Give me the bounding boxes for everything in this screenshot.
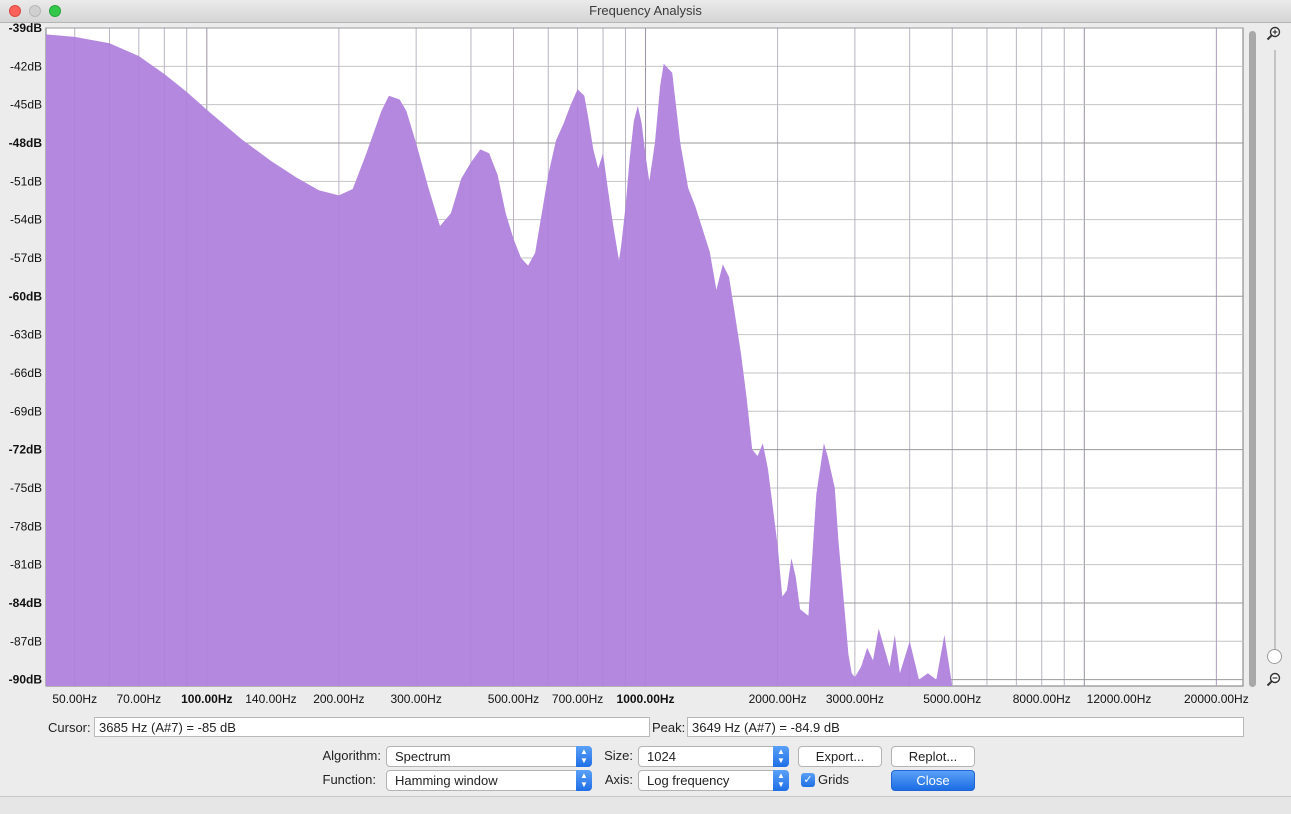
x-tick-label: 1000.00Hz — [617, 692, 675, 706]
y-tick-label: -42dB — [10, 59, 42, 73]
y-tick-label: -75dB — [10, 481, 42, 495]
x-tick-label: 70.00Hz — [116, 692, 161, 706]
maximize-window-button[interactable] — [49, 5, 61, 17]
y-tick-label: -69dB — [10, 404, 42, 418]
spectrum-plot[interactable]: -39dB -42dB -45dB -48dB -51dB -54dB -57dB -60dB… — [0, 22, 1291, 712]
x-tick-label: 700.00Hz — [552, 692, 603, 706]
y-tick-label: -48dB — [9, 136, 43, 150]
y-tick-label: -87dB — [10, 634, 42, 648]
x-tick-label: 2000.00Hz — [749, 692, 807, 706]
size-value: 1024 — [647, 749, 676, 764]
x-tick-label: 5000.00Hz — [923, 692, 981, 706]
zoom-in-icon[interactable] — [1266, 26, 1282, 42]
chevron-updown-icon: ▲ ▼ — [773, 770, 789, 791]
x-tick-label: 3000.00Hz — [826, 692, 884, 706]
vertical-scrollbar[interactable] — [1249, 31, 1256, 687]
close-button[interactable]: Close — [891, 770, 975, 791]
peak-label: Peak: — [652, 720, 686, 735]
export-button[interactable]: Export... — [798, 746, 882, 767]
x-tick-label: 20000.00Hz — [1184, 692, 1249, 706]
grids-label: Grids — [818, 772, 850, 787]
y-tick-label: -66dB — [10, 366, 42, 380]
readout-row: Cursor: 3685 Hz (A#7) = -85 dB Peak: 364… — [0, 717, 1291, 739]
x-tick-label: 200.00Hz — [313, 692, 364, 706]
x-tick-label: 50.00Hz — [52, 692, 97, 706]
y-tick-label: -90dB — [9, 673, 43, 687]
x-tick-label: 300.00Hz — [390, 692, 441, 706]
y-tick-label: -84dB — [9, 596, 43, 610]
chevron-updown-icon: ▲ ▼ — [576, 770, 592, 791]
axis-select[interactable]: Log frequency ▲ ▼ — [638, 770, 789, 791]
algorithm-value: Spectrum — [395, 749, 451, 764]
x-tick-label: 8000.00Hz — [1013, 692, 1071, 706]
vertical-scrollbar-thumb[interactable] — [1249, 31, 1256, 687]
algorithm-label: Algorithm: — [322, 748, 381, 763]
x-tick-label: 100.00Hz — [181, 692, 232, 706]
function-label: Function: — [322, 772, 376, 787]
y-tick-label: -45dB — [10, 98, 42, 112]
axis-value: Log frequency — [647, 773, 730, 788]
peak-readout-field: 3649 Hz (A#7) = -84.9 dB — [687, 717, 1244, 737]
zoom-out-icon[interactable] — [1266, 672, 1282, 688]
zoom-slider-track[interactable] — [1274, 50, 1276, 650]
y-tick-label: -54dB — [10, 213, 42, 227]
size-label: Size: — [604, 748, 633, 763]
y-tick-label: -39dB — [9, 22, 43, 35]
y-tick-label: -78dB — [10, 519, 42, 533]
x-tick-label: 12000.00Hz — [1087, 692, 1152, 706]
chevron-updown-icon: ▲ ▼ — [576, 746, 592, 767]
y-tick-label: -72dB — [9, 443, 43, 457]
minimize-window-button[interactable] — [29, 5, 41, 17]
title-bar: Frequency Analysis — [0, 0, 1291, 23]
y-tick-label: -60dB — [9, 289, 43, 303]
grids-checkbox[interactable]: ✓ — [801, 773, 815, 787]
y-tick-label: -63dB — [10, 328, 42, 342]
spectrum-plot-area: -39dB -42dB -45dB -48dB -51dB -54dB -57dB -60dB… — [0, 22, 1291, 712]
y-tick-label: -51dB — [10, 174, 42, 188]
window-title: Frequency Analysis — [589, 3, 702, 18]
replot-button[interactable]: Replot... — [891, 746, 975, 767]
size-select[interactable]: 1024 ▲ ▼ — [638, 746, 789, 767]
algorithm-select[interactable]: Spectrum ▲ ▼ — [386, 746, 592, 767]
x-tick-label: 500.00Hz — [488, 692, 539, 706]
x-tick-label: 140.00Hz — [245, 692, 296, 706]
function-value: Hamming window — [395, 773, 498, 788]
status-bar — [0, 796, 1291, 814]
y-tick-label: -57dB — [10, 251, 42, 265]
zoom-slider-knob[interactable] — [1267, 649, 1282, 664]
y-tick-label: -81dB — [10, 558, 42, 572]
function-select[interactable]: Hamming window ▲ ▼ — [386, 770, 592, 791]
chevron-updown-icon: ▲ ▼ — [773, 746, 789, 767]
cursor-label: Cursor: — [48, 720, 91, 735]
axis-label: Axis: — [604, 772, 633, 787]
cursor-readout-field: 3685 Hz (A#7) = -85 dB — [94, 717, 650, 737]
close-window-button[interactable] — [9, 5, 21, 17]
